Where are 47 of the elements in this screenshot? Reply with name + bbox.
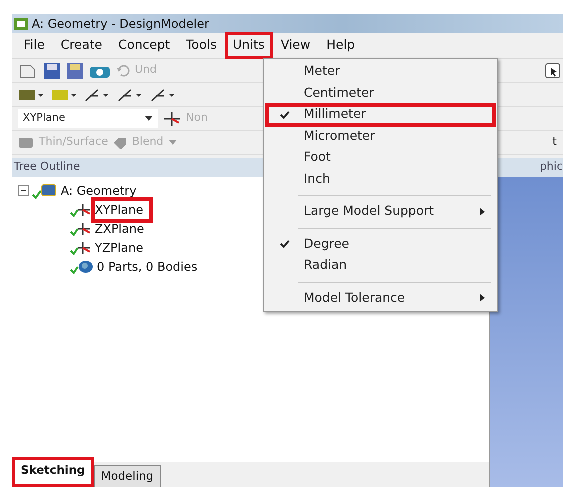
body-select-icon[interactable] (51, 88, 79, 102)
edge-select-icon[interactable] (150, 86, 178, 102)
plane-icon (70, 220, 92, 236)
undo-icon (116, 64, 130, 78)
save-icon[interactable] (43, 62, 61, 80)
dropdown-caret-icon (168, 140, 177, 145)
app-icon (14, 18, 28, 30)
menu-item[interactable]: Large Model Support (266, 201, 495, 222)
menu-item[interactable]: Centimeter (266, 82, 495, 104)
select-icon[interactable] (545, 62, 561, 78)
menu-item[interactable]: File (16, 32, 53, 59)
menu-item[interactable]: Help (318, 32, 364, 59)
tree-item[interactable]: ZXPlane (95, 220, 144, 238)
blend-icon (113, 136, 128, 148)
menu-item[interactable]: Meter (266, 61, 495, 82)
menu-item[interactable]: View (272, 32, 319, 59)
edge-select-icon[interactable] (117, 86, 145, 102)
collapse-icon[interactable] (18, 185, 29, 196)
geometry-icon (32, 182, 58, 198)
thin-surface-icon (18, 136, 34, 148)
menu-item[interactable]: Units (224, 32, 273, 59)
menu-item[interactable]: Tools (178, 32, 225, 59)
submenu-arrow-icon (480, 294, 485, 302)
menu-item[interactable]: Model Tolerance (266, 288, 495, 309)
tree-item[interactable]: 0 Parts, 0 Bodies (97, 258, 198, 276)
face-select-icon[interactable] (18, 88, 46, 102)
plane-icon (70, 202, 92, 218)
menu-item[interactable]: Concept (110, 32, 178, 59)
menu-item[interactable]: Create (52, 32, 110, 59)
toolbar-label[interactable]: t (552, 134, 557, 151)
tab[interactable]: Sketching (12, 456, 94, 487)
edge-select-icon[interactable] (84, 86, 112, 102)
plane-icon (70, 240, 92, 256)
menu-item[interactable]: Radian (266, 255, 495, 276)
bodies-icon (70, 258, 94, 274)
plane-select[interactable]: XYPlane (18, 109, 158, 128)
window-title: A: Geometry - DesignModeler (32, 16, 210, 32)
plane-axes-icon[interactable] (163, 110, 181, 126)
menu-item[interactable]: Micrometer (266, 126, 495, 147)
submenu-arrow-icon (480, 208, 485, 216)
tree-item[interactable]: YZPlane (95, 238, 144, 256)
save-as-icon[interactable] (66, 62, 84, 80)
menu-item[interactable]: Millimeter (266, 104, 495, 126)
dropdown-caret-icon (145, 116, 153, 121)
menu-item[interactable]: Degree (266, 234, 495, 255)
tab[interactable]: Modeling (94, 464, 161, 487)
tree-item[interactable]: A: Geometry (61, 182, 137, 200)
